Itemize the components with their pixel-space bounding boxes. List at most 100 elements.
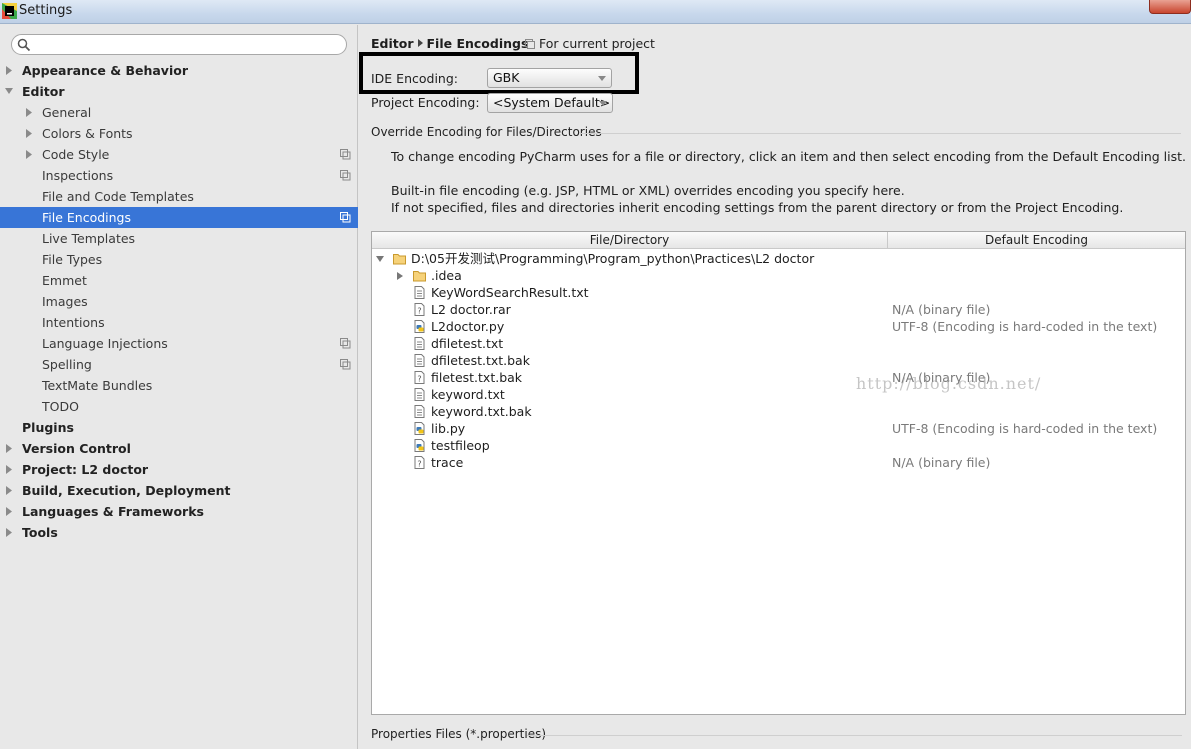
sidebar-item-build-execution-deployment[interactable]: Build, Execution, Deployment [0,480,358,501]
sidebar-item-label: Appearance & Behavior [22,63,188,78]
sidebar-item-label: Tools [22,525,58,540]
sidebar-item-intentions[interactable]: Intentions [0,312,358,333]
sidebar-item-label: Emmet [42,273,87,288]
sidebar-item-live-templates[interactable]: Live Templates [0,228,358,249]
ide-encoding-label: IDE Encoding: [371,71,458,86]
chevron-right-icon[interactable] [25,108,33,117]
file-encoding[interactable]: UTF-8 (Encoding is hard-coded in the tex… [892,420,1157,437]
table-row[interactable]: keyword.txt [372,386,1185,403]
file-name: lib.py [431,421,466,436]
sidebar-item-plugins[interactable]: Plugins [0,417,358,438]
chevron-right-icon[interactable] [5,528,13,537]
project-scope-icon [340,212,351,223]
sidebar-item-appearance-behavior[interactable]: Appearance & Behavior [0,60,358,81]
file-encoding[interactable]: UTF-8 (Encoding is hard-coded in the tex… [892,318,1157,335]
unknown-file-icon: ? [414,303,425,316]
chevron-right-icon[interactable] [396,272,404,280]
file-name: L2 doctor.rar [431,302,511,317]
sidebar-item-file-encodings[interactable]: File Encodings [0,207,358,228]
chevron-right-icon[interactable] [5,66,13,75]
sidebar-item-inspections[interactable]: Inspections [0,165,358,186]
unknown-file-icon: ? [414,456,425,469]
sidebar-item-file-and-code-templates[interactable]: File and Code Templates [0,186,358,207]
file-name: .idea [431,268,462,283]
override-description-1: To change encoding PyCharm uses for a fi… [391,149,1187,164]
sidebar-item-language-injections[interactable]: Language Injections [0,333,358,354]
chevron-right-icon[interactable] [5,465,13,474]
table-row[interactable]: L2doctor.py UTF-8 (Encoding is hard-coded… [372,318,1185,335]
table-header: File/Directory Default Encoding [372,232,1185,249]
table-row[interactable]: D:\05开发测试\Programming\Program_python\Pra… [372,250,1185,267]
text-file-icon [414,388,425,401]
table-row[interactable]: keyword.txt.bak [372,403,1185,420]
chevron-right-icon[interactable] [25,129,33,138]
sidebar-item-label: General [42,105,92,120]
chevron-right-icon[interactable] [5,507,13,516]
table-row[interactable]: dfiletest.txt [372,335,1185,352]
project-scope-icon [340,149,351,160]
table-row[interactable]: ? filetest.txt.bak N/A (binary file) [372,369,1185,386]
file-name: keyword.txt.bak [431,404,532,419]
project-encoding-select[interactable]: <System Default> [487,93,613,113]
chevron-right-icon[interactable] [5,444,13,453]
section-divider [527,735,1182,736]
table-row[interactable]: lib.py UTF-8 (Encoding is hard-coded in t… [372,420,1185,437]
override-description-2: Built-in file encoding (e.g. JSP, HTML o… [391,183,905,198]
close-button[interactable] [1149,0,1191,14]
sidebar-item-label: File and Code Templates [42,189,194,204]
project-scope-icon [340,338,351,349]
svg-text:?: ? [417,460,421,469]
file-encoding[interactable]: N/A (binary file) [892,454,990,471]
chevron-right-icon[interactable] [25,150,33,159]
file-name: D:\05开发测试\Programming\Program_python\Pra… [411,251,815,266]
breadcrumb-arrow-icon [417,39,423,47]
sidebar-item-textmate-bundles[interactable]: TextMate Bundles [0,375,358,396]
sidebar-item-version-control[interactable]: Version Control [0,438,358,459]
sidebar-item-languages-frameworks[interactable]: Languages & Frameworks [0,501,358,522]
table-row[interactable]: ? L2 doctor.rar N/A (binary file) [372,301,1185,318]
file-name: keyword.txt [431,387,505,402]
sidebar-item-file-types[interactable]: File Types [0,249,358,270]
project-encoding-value: <System Default> [493,95,611,110]
sidebar-item-general[interactable]: General [0,102,358,123]
encoding-table: File/Directory Default Encoding D:\05开发测… [371,231,1186,715]
sidebar-item-spelling[interactable]: Spelling [0,354,358,375]
sidebar-item-editor[interactable]: Editor [0,81,358,102]
chevron-down-icon [598,76,606,81]
title-bar: Settings [0,0,1191,24]
chevron-down-icon[interactable] [376,255,384,263]
chevron-down-icon[interactable] [5,87,13,96]
file-name: testfileop [431,438,490,453]
chevron-right-icon[interactable] [5,486,13,495]
file-name: filetest.txt.bak [431,370,523,385]
breadcrumb: Editor File Encodings [371,36,528,51]
sidebar-item-tools[interactable]: Tools [0,522,358,543]
chevron-down-icon [599,101,607,106]
table-row[interactable]: ? trace N/A (binary file) [372,454,1185,471]
sidebar-item-label: Intentions [42,315,105,330]
project-encoding-label: Project Encoding: [371,95,480,110]
table-row[interactable]: testfileop [372,437,1185,454]
sidebar-item-label: Version Control [22,441,131,456]
sidebar-item-emmet[interactable]: Emmet [0,270,358,291]
sidebar-item-colors-fonts[interactable]: Colors & Fonts [0,123,358,144]
sidebar-item-project-l2-doctor[interactable]: Project: L2 doctor [0,459,358,480]
table-row[interactable]: KeyWordSearchResult.txt [372,284,1185,301]
search-input[interactable] [11,34,347,55]
project-scope-icon [340,170,351,181]
column-header-file[interactable]: File/Directory [372,232,888,249]
sidebar-item-label: Colors & Fonts [42,126,133,141]
ide-encoding-select[interactable]: GBK [487,68,612,88]
python-file-icon [414,320,425,333]
sidebar-item-code-style[interactable]: Code Style [0,144,358,165]
sidebar-item-label: Build, Execution, Deployment [22,483,231,498]
column-header-encoding[interactable]: Default Encoding [888,232,1185,249]
properties-section-title: Properties Files (*.properties) [371,727,547,741]
sidebar-item-images[interactable]: Images [0,291,358,312]
table-row[interactable]: .idea [372,267,1185,284]
table-row[interactable]: dfiletest.txt.bak [372,352,1185,369]
sidebar-item-todo[interactable]: TODO [0,396,358,417]
file-encoding[interactable]: N/A (binary file) [892,301,990,318]
file-name: KeyWordSearchResult.txt [431,285,589,300]
python-file-icon [414,422,425,435]
